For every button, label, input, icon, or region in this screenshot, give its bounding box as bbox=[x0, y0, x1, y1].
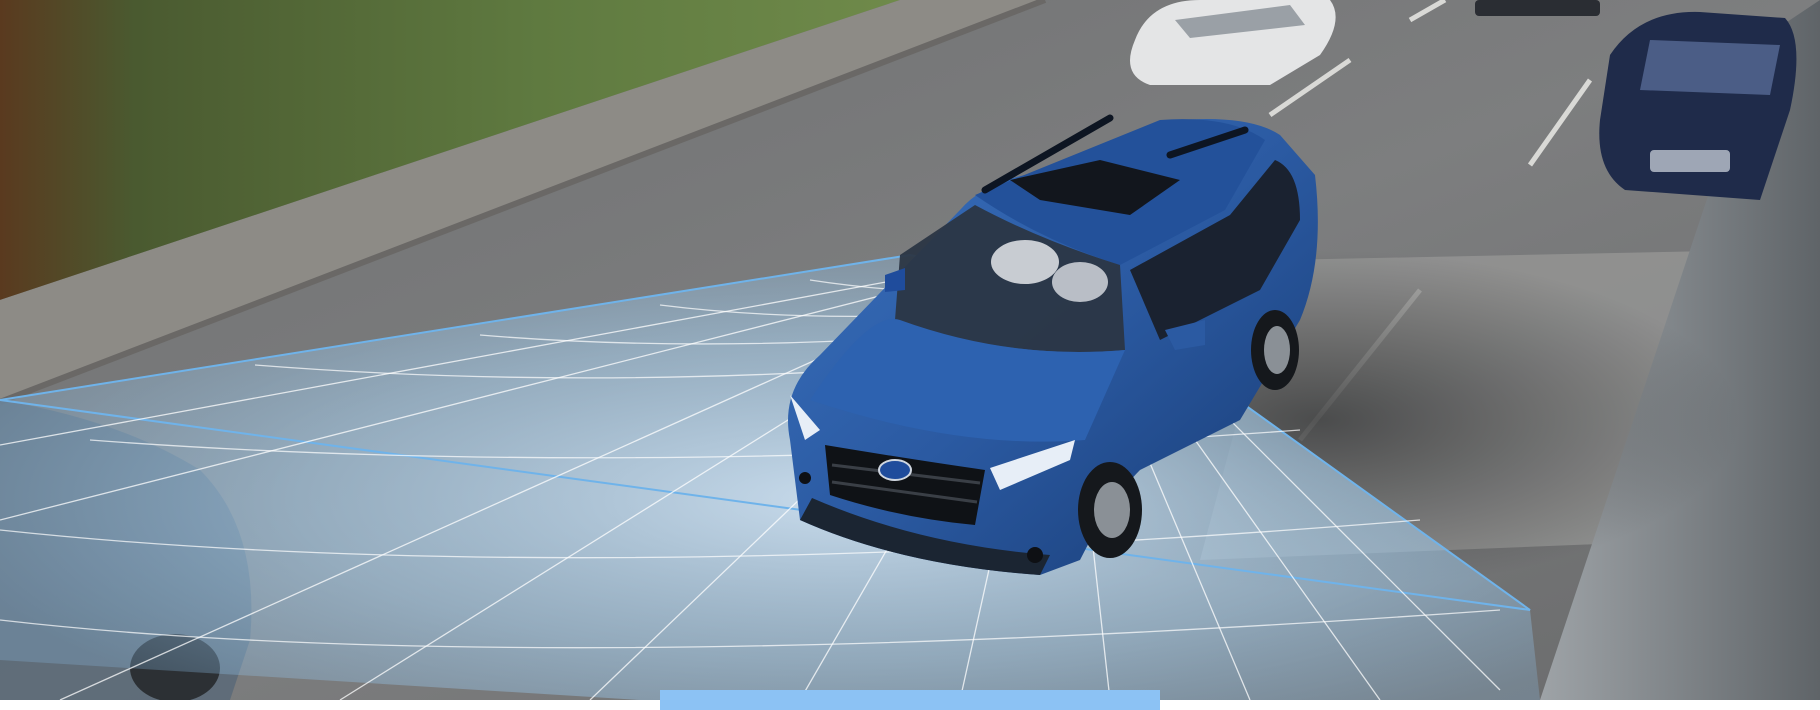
subaru-emblem-icon bbox=[878, 459, 912, 481]
accent-tab bbox=[660, 690, 1160, 710]
dark-car-top bbox=[1475, 0, 1600, 16]
road-scene bbox=[0, 0, 1820, 700]
dark-sedan bbox=[1599, 11, 1797, 201]
hero-image bbox=[0, 0, 1820, 700]
